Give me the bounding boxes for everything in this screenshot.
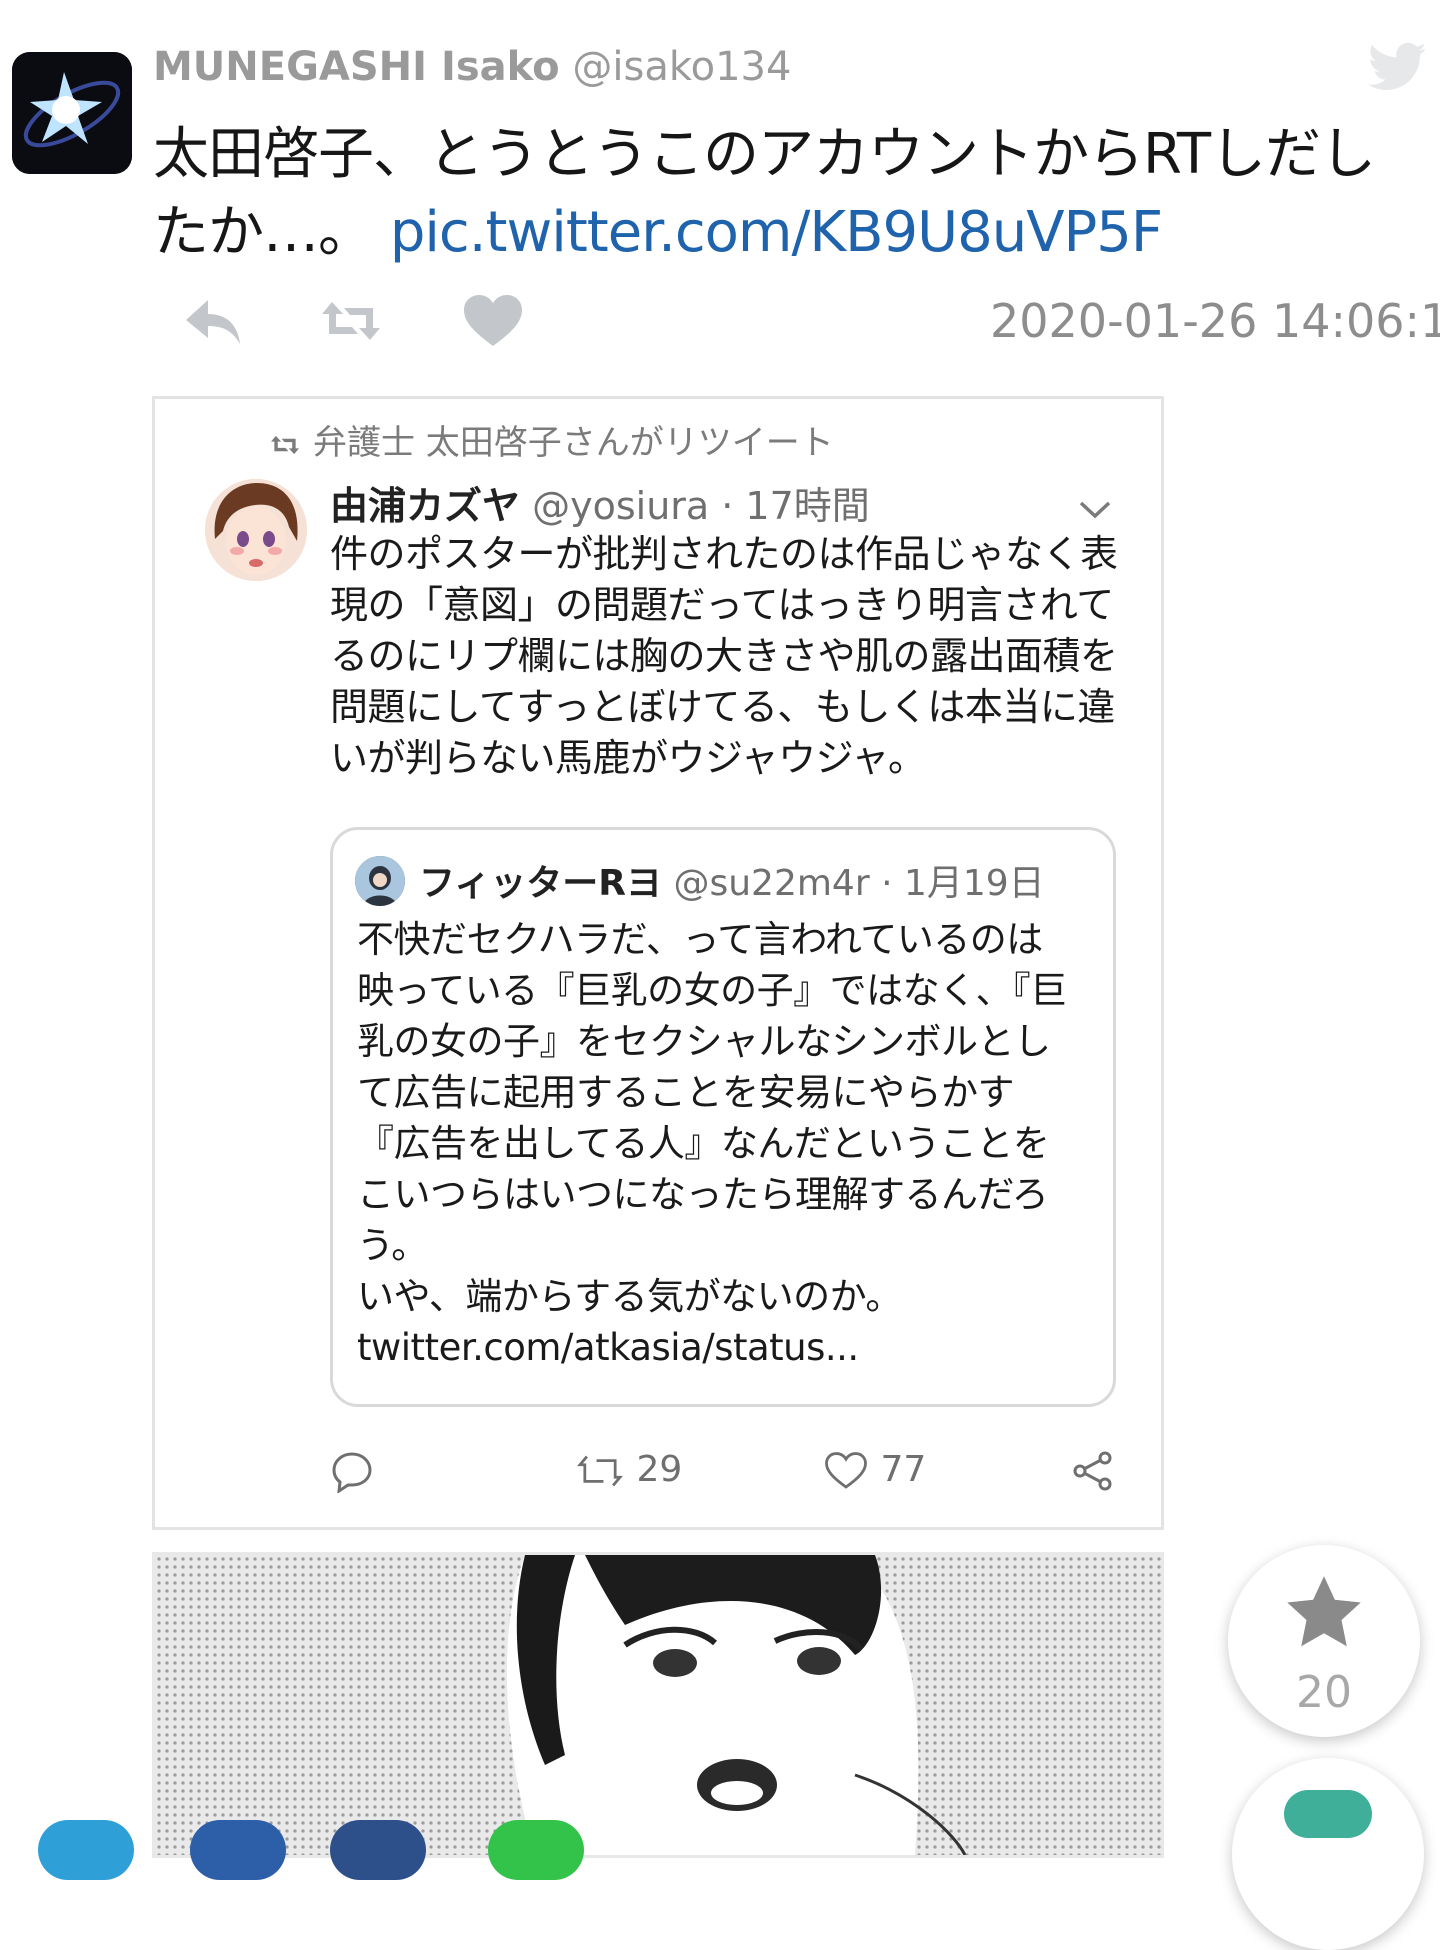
heart-icon	[825, 1452, 867, 1489]
share-bubble[interactable]	[38, 1820, 134, 1880]
tweet-media-link[interactable]: pic.twitter.com/KB9U8uVP5F	[390, 200, 1163, 265]
retweet-icon	[271, 435, 299, 454]
secondary-fab[interactable]	[1232, 1758, 1424, 1950]
retweeted-by-text: 弁護士 太田啓子さんがリツイート	[313, 423, 834, 463]
reply-icon[interactable]	[180, 292, 246, 350]
embedded-retweet-stat: 29	[575, 1449, 682, 1499]
embedded-tweet-text: 件のポスターが批判されたのは作品じゃなく表現の「意図」の問題だってはっきり明言さ…	[330, 532, 1118, 780]
favorite-count: 20	[1296, 1667, 1352, 1718]
quoted-author-line: フィッターRヨ @su22m4r · 1月19日	[419, 854, 1045, 906]
heart-icon[interactable]	[460, 292, 526, 350]
star-icon	[1287, 1576, 1361, 1647]
quoted-tweet-link: twitter.com/atkasia/status...	[357, 1326, 859, 1369]
embedded-author-line: 由浦カズヤ @yosiura · 17時間	[330, 475, 870, 530]
share-bubble[interactable]	[330, 1820, 426, 1880]
comment-icon	[332, 1452, 372, 1495]
tweet-timestamp[interactable]: 2020-01-26 14:06:19	[990, 294, 1440, 348]
attached-manga-image[interactable]	[152, 1552, 1164, 1858]
like-count: 77	[880, 1449, 927, 1490]
retweet-count: 29	[636, 1449, 683, 1490]
retweeted-by-line: 弁護士 太田啓子さんがリツイート	[267, 415, 834, 464]
author-avatar[interactable]	[12, 52, 132, 174]
embedded-author-name: 由浦カズヤ	[330, 484, 521, 528]
fab-icon	[1284, 1790, 1372, 1838]
quoted-author-name: フィッターRヨ	[419, 863, 663, 904]
retweet-icon[interactable]	[318, 292, 384, 350]
author-line: MUNEGASHI Isako @isako134	[153, 44, 791, 90]
quoted-tweet-body: 不快だセクハラだ、って言われているのは映っている『巨乳の女の子』ではなく、『巨乳…	[357, 918, 1067, 1267]
quoted-author-meta: @su22m4r · 1月19日	[673, 863, 1045, 904]
quoted-tweet-body-2: いや、端からする気がないのか。	[357, 1275, 902, 1318]
tweet-text: 太田啓子、とうとうこのアカウントからRTしだしたか…。 pic.twitter.…	[153, 116, 1403, 272]
embedded-like-stat: 77	[823, 1449, 926, 1499]
quoted-tweet: フィッターRヨ @su22m4r · 1月19日 不快だセクハラだ、って言われて…	[330, 827, 1116, 1407]
favorite-button[interactable]: 20	[1228, 1545, 1420, 1737]
embedded-reply-stat	[330, 1449, 374, 1499]
embedded-author-meta: @yosiura · 17時間	[532, 484, 870, 528]
twitter-bird-icon	[1368, 42, 1426, 92]
embedded-author-avatar	[205, 479, 307, 581]
share-icon	[1071, 1449, 1115, 1499]
share-bubble[interactable]	[190, 1820, 286, 1880]
quoted-tweet-text: 不快だセクハラだ、って言われているのは映っている『巨乳の女の子』ではなく、『巨乳…	[357, 914, 1077, 1373]
author-handle[interactable]: @isako134	[572, 44, 791, 90]
author-name[interactable]: MUNEGASHI Isako	[153, 44, 560, 90]
share-bubble[interactable]	[488, 1820, 584, 1880]
chevron-down-icon	[1077, 497, 1113, 521]
quoted-author-avatar	[355, 856, 405, 906]
retweet-icon	[577, 1455, 623, 1487]
attached-screenshot[interactable]: 弁護士 太田啓子さんがリツイート 由浦カズヤ @yosiura · 17時間 件…	[152, 396, 1164, 1530]
